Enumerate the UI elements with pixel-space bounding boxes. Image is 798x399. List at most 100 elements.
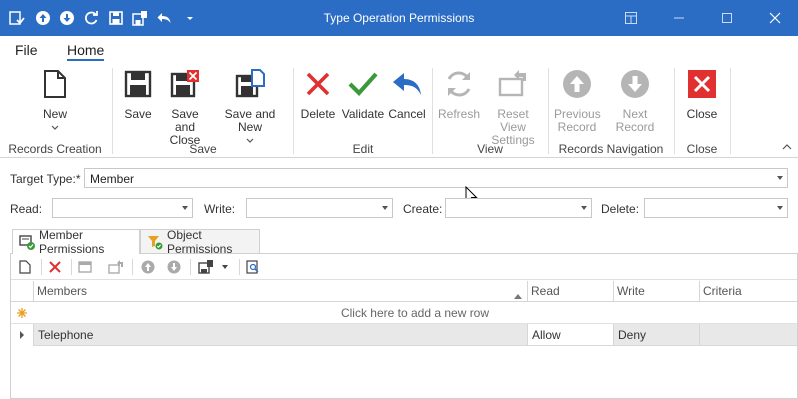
chevron-down-icon <box>38 121 72 131</box>
cell-write[interactable]: Deny <box>613 324 699 345</box>
create-label: Create: <box>403 202 443 216</box>
tab-file[interactable]: File <box>15 42 38 58</box>
write-label: Write: <box>204 202 236 216</box>
arrow-down-circle-icon[interactable] <box>166 259 182 275</box>
column-header-write[interactable]: Write <box>613 281 699 302</box>
reset-view-icon <box>497 68 529 100</box>
toolbar-separator <box>239 259 240 275</box>
save-icon[interactable] <box>77 259 93 275</box>
save-and-new-label: Save and New <box>224 107 276 134</box>
read-label: Read: <box>10 202 43 216</box>
next-record-label: Next Record <box>615 107 655 134</box>
group-label-save: Save <box>189 142 217 156</box>
group-label-edit: Edit <box>352 142 374 156</box>
member-permissions-panel: Members Read Write Criteria Click here t… <box>10 253 798 399</box>
new-document-icon[interactable] <box>17 259 33 275</box>
reset-view-settings-button[interactable]: Reset View Settings <box>484 68 542 147</box>
title-bar: Type Operation Permissions <box>0 0 798 36</box>
column-header-criteria[interactable]: Criteria <box>699 281 797 302</box>
tab-member-permissions[interactable]: Member Permissions <box>12 228 140 256</box>
column-header-members-label: Members <box>37 284 88 298</box>
save-and-new-icon <box>234 68 266 100</box>
ribbon-separator <box>674 68 675 154</box>
refresh-label: Refresh <box>438 107 481 121</box>
ribbon-separator <box>730 68 731 154</box>
tab-home[interactable]: Home <box>67 42 105 61</box>
close-icon <box>686 68 718 100</box>
write-combobox[interactable] <box>246 198 393 218</box>
validate-label: Validate <box>341 107 385 121</box>
collapse-ribbon-icon[interactable] <box>782 140 792 150</box>
arrow-up-circle-icon[interactable] <box>140 259 156 275</box>
cell-read[interactable]: Allow <box>527 324 613 345</box>
delete-combobox[interactable] <box>644 198 788 218</box>
toolbar-separator <box>132 259 133 275</box>
column-header-members[interactable]: Members <box>33 281 527 302</box>
cell-criteria[interactable] <box>699 324 797 345</box>
delete-label: Delete <box>300 107 336 121</box>
cancel-label: Cancel <box>388 107 426 121</box>
tab-object-permissions[interactable]: Object Permissions <box>140 227 260 256</box>
reset-view-label-1: Reset View <box>497 107 529 134</box>
create-combobox[interactable] <box>445 198 592 218</box>
chevron-down-icon[interactable] <box>220 259 230 275</box>
save-and-close-button[interactable]: Save and Close <box>160 68 210 147</box>
ribbon-separator <box>112 68 113 154</box>
save-and-new-button[interactable]: Save and New <box>213 68 287 144</box>
target-type-label: Target Type:* <box>10 172 81 186</box>
checkmark-icon <box>347 68 379 100</box>
next-record-button[interactable]: Next Record <box>603 68 667 134</box>
save-button[interactable]: Save <box>120 68 156 121</box>
grid-header: Members Read Write Criteria <box>11 281 797 302</box>
previous-record-label-2: Record <box>557 120 597 134</box>
new-label: New <box>42 107 67 121</box>
tab-member-permissions-label: Member Permissions <box>39 228 105 256</box>
group-label-records-navigation: Records Navigation <box>558 142 664 156</box>
maximize-button[interactable] <box>717 8 737 28</box>
new-button[interactable]: New <box>38 68 72 131</box>
target-type-value: Member <box>90 172 135 186</box>
dropdown-arrow-icon <box>777 206 783 210</box>
target-type-combobox[interactable]: Member <box>84 168 788 188</box>
undo-icon <box>391 68 423 100</box>
column-header-read[interactable]: Read <box>527 281 613 302</box>
delete-icon[interactable] <box>47 259 63 275</box>
close-window-button[interactable] <box>765 8 785 28</box>
ribbon-separator <box>432 68 433 154</box>
cell-members[interactable]: Telephone <box>33 324 527 345</box>
grid-toolbar <box>11 254 797 280</box>
reset-view-icon[interactable] <box>108 259 124 275</box>
delete-button[interactable]: Delete <box>300 68 336 121</box>
arrow-down-circle-icon <box>619 68 651 100</box>
minimize-button[interactable] <box>669 8 689 28</box>
group-label-close: Close <box>686 142 718 156</box>
new-row-hint: Click here to add a new row <box>340 306 490 320</box>
cancel-button[interactable]: Cancel <box>388 68 426 121</box>
layout-icon[interactable] <box>621 8 641 28</box>
print-preview-icon[interactable] <box>245 259 261 275</box>
delete-icon <box>302 68 334 100</box>
tab-object-permissions-label: Object Permissions <box>167 227 233 256</box>
previous-record-button[interactable]: Previous Record <box>554 68 601 134</box>
save-label: Save <box>124 107 152 121</box>
refresh-button[interactable]: Refresh <box>438 68 480 121</box>
dropdown-arrow-icon <box>581 206 587 210</box>
read-combobox[interactable] <box>52 198 193 218</box>
ribbon-tabs: File Home <box>0 36 798 64</box>
save-icon <box>122 68 154 100</box>
save-and-new-icon[interactable] <box>198 259 214 275</box>
table-row[interactable]: Telephone Allow Deny <box>11 324 797 346</box>
toolbar-separator <box>71 259 72 275</box>
dropdown-arrow-icon <box>777 176 783 180</box>
validate-button[interactable]: Validate <box>341 68 385 121</box>
dropdown-arrow-icon <box>182 206 188 210</box>
member-permissions-icon <box>19 234 35 250</box>
dropdown-arrow-icon <box>382 206 388 210</box>
new-item-row[interactable]: Click here to add a new row <box>11 302 797 324</box>
toolbar-separator <box>41 259 42 275</box>
expand-row-icon[interactable] <box>11 324 33 346</box>
close-button[interactable]: Close <box>683 68 721 121</box>
group-label-view: View <box>477 142 503 156</box>
refresh-icon <box>443 68 475 100</box>
ribbon: New Records Creation Save Save and Close… <box>0 64 798 158</box>
